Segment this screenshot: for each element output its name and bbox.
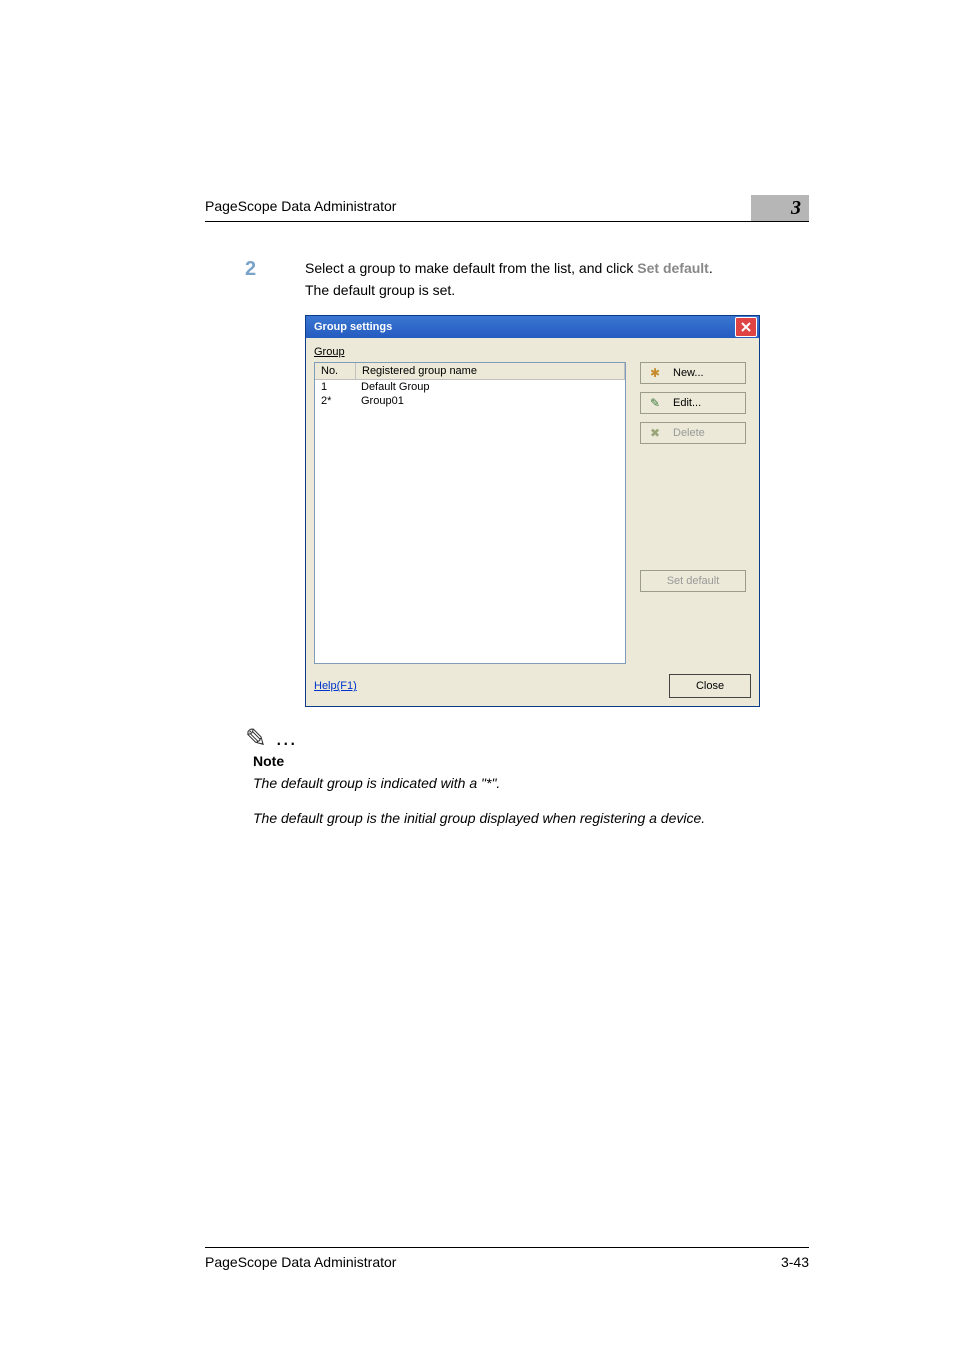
row-no: 1: [315, 381, 355, 393]
edit-button-label: Edit...: [673, 397, 701, 409]
page-footer: PageScope Data Administrator 3-43: [205, 1247, 809, 1270]
table-row[interactable]: 2* Group01: [315, 394, 625, 408]
help-link[interactable]: Help(F1): [314, 680, 357, 692]
col-name[interactable]: Registered group name: [356, 363, 625, 379]
list-header: No. Registered group name: [315, 363, 625, 380]
new-button-label: New...: [673, 367, 704, 379]
header-title: PageScope Data Administrator: [205, 198, 396, 218]
dialog-titlebar: Group settings: [306, 316, 759, 338]
set-default-button: Set default: [640, 570, 746, 592]
step-2: 2 Select a group to make default from th…: [205, 258, 809, 301]
step-body: Select a group to make default from the …: [305, 258, 809, 301]
set-default-button-label: Set default: [667, 575, 720, 587]
footer-left: PageScope Data Administrator: [205, 1254, 396, 1270]
step-text-part1: Select a group to make default from the …: [305, 260, 637, 276]
edit-icon: ✎: [647, 396, 663, 410]
step-number: 2: [205, 258, 305, 301]
delete-icon: ✖: [647, 426, 663, 440]
row-name: Default Group: [355, 381, 625, 393]
ellipsis-icon: …: [275, 727, 301, 749]
table-row[interactable]: 1 Default Group: [315, 380, 625, 394]
note-icon: ✎: [245, 725, 267, 751]
step-text-part2: .: [709, 260, 713, 276]
close-button-label: Close: [696, 680, 724, 692]
group-tab-label[interactable]: Group: [314, 346, 751, 358]
new-icon: ✱: [647, 366, 663, 380]
step-text-line2: The default group is set.: [305, 280, 809, 302]
row-name: Group01: [355, 395, 625, 407]
group-settings-dialog: Group settings Group No. Registered grou…: [305, 315, 760, 707]
note-label: Note: [253, 753, 809, 769]
note-text-1: The default group is indicated with a "*…: [253, 773, 809, 794]
note-block: ✎ … Note The default group is indicated …: [245, 725, 809, 829]
new-button[interactable]: ✱ New...: [640, 362, 746, 384]
set-default-label: Set default: [637, 260, 709, 276]
close-icon[interactable]: [735, 317, 757, 337]
dialog-title: Group settings: [314, 321, 392, 333]
row-no: 2*: [315, 395, 355, 407]
col-no[interactable]: No.: [315, 363, 356, 379]
delete-button: ✖ Delete: [640, 422, 746, 444]
delete-button-label: Delete: [673, 427, 705, 439]
note-text-2: The default group is the initial group d…: [253, 808, 809, 829]
close-button[interactable]: Close: [669, 674, 751, 698]
chapter-number: 3: [751, 195, 809, 221]
edit-button[interactable]: ✎ Edit...: [640, 392, 746, 414]
page-header: PageScope Data Administrator 3: [205, 195, 809, 222]
group-list[interactable]: No. Registered group name 1 Default Grou…: [314, 362, 626, 664]
dialog-screenshot: Group settings Group No. Registered grou…: [305, 315, 758, 707]
footer-right: 3-43: [781, 1254, 809, 1270]
